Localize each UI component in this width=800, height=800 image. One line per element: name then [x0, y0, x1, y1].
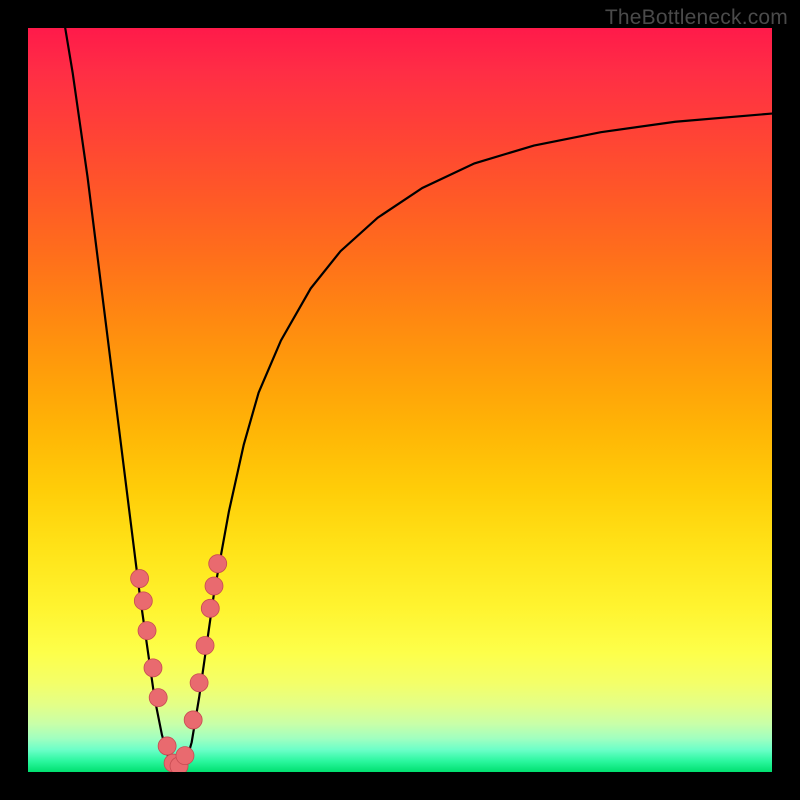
bottleneck-curve	[65, 28, 772, 772]
data-marker	[205, 577, 223, 595]
data-marker	[201, 599, 219, 617]
data-marker	[190, 674, 208, 692]
data-marker	[144, 659, 162, 677]
curve-layer	[28, 28, 772, 772]
marker-group	[131, 555, 227, 772]
data-marker	[176, 747, 194, 765]
watermark-text: TheBottleneck.com	[605, 6, 788, 30]
data-marker	[196, 637, 214, 655]
data-marker	[138, 622, 156, 640]
plot-area	[28, 28, 772, 772]
data-marker	[158, 737, 176, 755]
data-marker	[209, 555, 227, 573]
data-marker	[131, 570, 149, 588]
data-marker	[149, 689, 167, 707]
chart-frame: TheBottleneck.com	[0, 0, 800, 800]
data-marker	[134, 592, 152, 610]
data-marker	[184, 711, 202, 729]
